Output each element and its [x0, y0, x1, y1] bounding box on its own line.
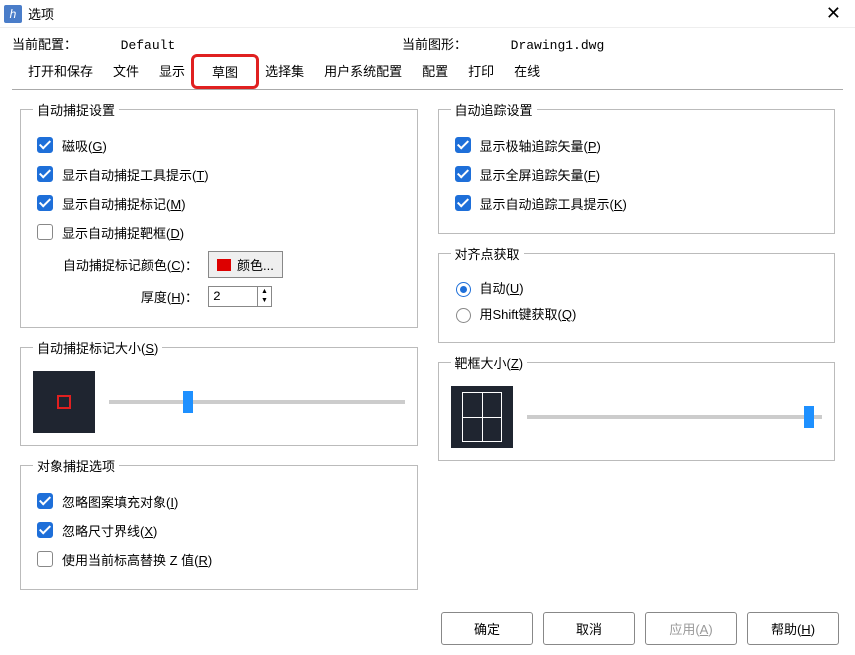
marker-size-legend: 自动捕捉标记大小(S)	[33, 338, 162, 357]
thickness-up-icon[interactable]: ▲	[258, 287, 271, 296]
snap-marker-label: 显示自动捕捉标记(M)	[62, 194, 186, 213]
app-icon: h	[4, 5, 22, 23]
color-swatch-icon	[217, 259, 231, 271]
marker-color-button[interactable]: 颜色...	[208, 251, 283, 278]
magnet-label: 磁吸(G)	[62, 136, 107, 155]
apply-button[interactable]: 应用(A)	[645, 612, 737, 645]
polar-track-checkbox[interactable]	[455, 137, 471, 153]
window-title: 选项	[28, 4, 820, 23]
tab-online[interactable]: 在线	[504, 57, 550, 89]
tab-open-save[interactable]: 打开和保存	[18, 57, 103, 89]
current-profile-value: Default	[121, 38, 176, 53]
osnap-options-legend: 对象捕捉选项	[33, 456, 119, 475]
current-drawing-label: 当前图形：	[402, 37, 467, 52]
fullscreen-track-checkbox[interactable]	[455, 166, 471, 182]
snap-tooltip-label: 显示自动捕捉工具提示(T)	[62, 165, 209, 184]
tab-file[interactable]: 文件	[103, 57, 149, 89]
autotrack-group: 自动追踪设置 显示极轴追踪矢量(P) 显示全屏追踪矢量(F) 显示自动追踪工具提…	[438, 100, 836, 234]
autosnap-legend: 自动捕捉设置	[33, 100, 119, 119]
tab-print[interactable]: 打印	[458, 57, 504, 89]
marker-preview	[33, 371, 95, 433]
ignore-hatch-label: 忽略图案填充对象(I)	[62, 492, 178, 511]
ignore-dim-label: 忽略尺寸界线(X)	[62, 521, 157, 540]
snap-aperture-label: 显示自动捕捉靶框(D)	[62, 223, 184, 242]
magnet-checkbox[interactable]	[37, 137, 53, 153]
cancel-button[interactable]: 取消	[543, 612, 635, 645]
tab-selection[interactable]: 选择集	[255, 57, 314, 89]
tab-display[interactable]: 显示	[149, 57, 195, 89]
align-auto-radio[interactable]	[456, 282, 471, 297]
snap-marker-checkbox[interactable]	[37, 195, 53, 211]
fullscreen-track-label: 显示全屏追踪矢量(F)	[480, 165, 601, 184]
tab-sketch[interactable]: 草图	[191, 54, 259, 89]
help-button[interactable]: 帮助(H)	[747, 612, 839, 645]
ok-button[interactable]: 确定	[441, 612, 533, 645]
aperture-size-group: 靶框大小(Z)	[438, 353, 836, 461]
track-tooltip-label: 显示自动追踪工具提示(K)	[480, 194, 627, 213]
track-tooltip-checkbox[interactable]	[455, 195, 471, 211]
replace-z-checkbox[interactable]	[37, 551, 53, 567]
align-auto-label: 自动(U)	[480, 278, 524, 297]
ignore-dim-checkbox[interactable]	[37, 522, 53, 538]
thickness-down-icon[interactable]: ▼	[258, 296, 271, 305]
thickness-label: 厚度(H)：	[33, 287, 198, 306]
marker-size-group: 自动捕捉标记大小(S)	[20, 338, 418, 446]
snap-tooltip-checkbox[interactable]	[37, 166, 53, 182]
aperture-preview	[451, 386, 513, 448]
snap-aperture-checkbox[interactable]	[37, 224, 53, 240]
close-icon[interactable]: ✕	[820, 3, 847, 24]
tab-user-sys[interactable]: 用户系统配置	[314, 57, 412, 89]
polar-track-label: 显示极轴追踪矢量(P)	[480, 136, 601, 155]
ignore-hatch-checkbox[interactable]	[37, 493, 53, 509]
tab-config[interactable]: 配置	[412, 57, 458, 89]
alignment-group: 对齐点获取 自动(U) 用Shift键获取(Q)	[438, 244, 836, 343]
align-shift-radio[interactable]	[456, 308, 471, 323]
current-drawing-value: Drawing1.dwg	[511, 38, 605, 53]
osnap-options-group: 对象捕捉选项 忽略图案填充对象(I) 忽略尺寸界线(X) 使用当前标高替换 Z …	[20, 456, 418, 590]
current-profile-label: 当前配置：	[12, 37, 77, 52]
autotrack-legend: 自动追踪设置	[451, 100, 537, 119]
marker-size-slider[interactable]	[109, 400, 405, 404]
marker-color-label: 自动捕捉标记颜色(C)：	[33, 255, 198, 274]
thickness-input[interactable]	[209, 287, 257, 306]
replace-z-label: 使用当前标高替换 Z 值(R)	[62, 550, 212, 569]
aperture-size-legend: 靶框大小(Z)	[451, 353, 528, 372]
autosnap-group: 自动捕捉设置 磁吸(G) 显示自动捕捉工具提示(T) 显示自动捕捉标记(M) 显…	[20, 100, 418, 328]
align-shift-label: 用Shift键获取(Q)	[480, 304, 577, 323]
aperture-size-slider[interactable]	[527, 415, 823, 419]
thickness-stepper[interactable]: ▲ ▼	[208, 286, 272, 307]
alignment-legend: 对齐点获取	[451, 244, 524, 263]
